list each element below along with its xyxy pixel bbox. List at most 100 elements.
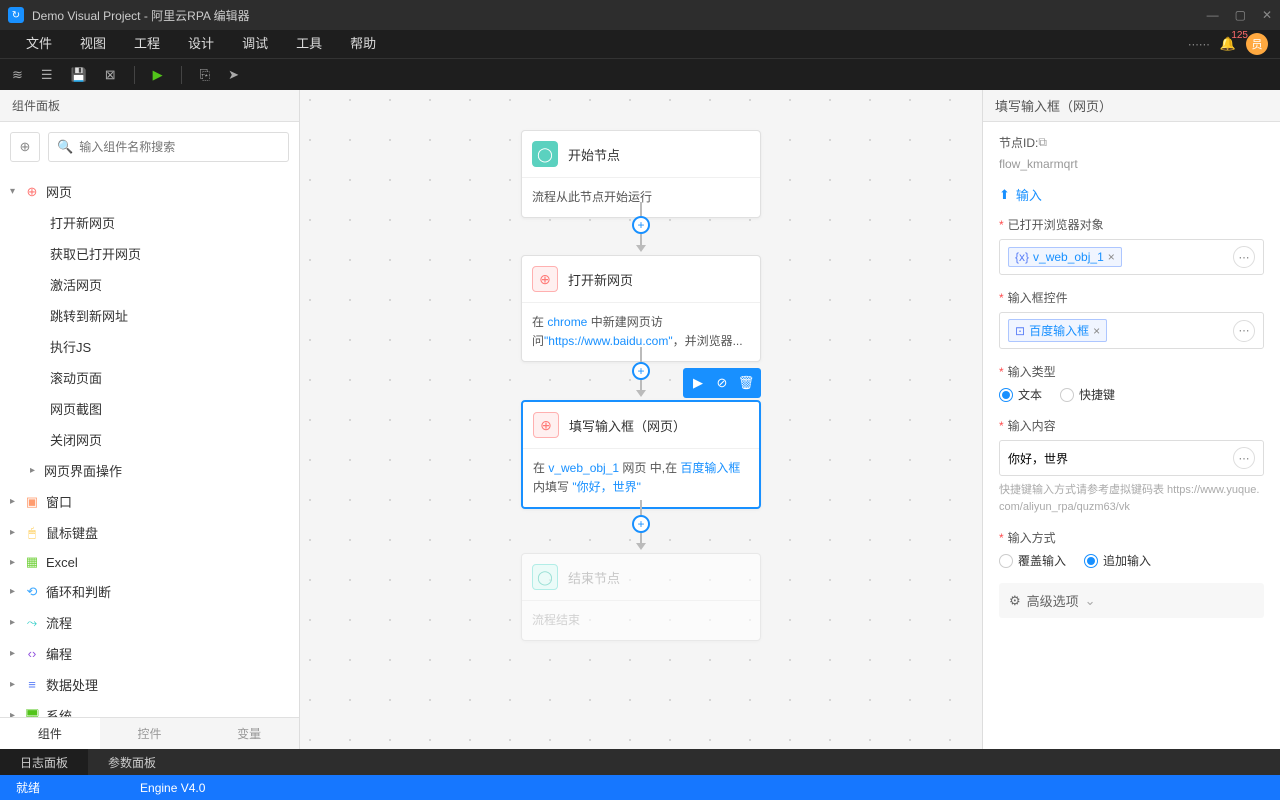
data-icon: ≡: [24, 677, 40, 692]
node-delete-icon[interactable]: 🗑: [735, 372, 757, 394]
titlebar: ↻ Demo Visual Project - 阿里云RPA 编辑器 — ▢ ✕: [0, 0, 1280, 30]
tree-flow[interactable]: ▸⤳流程: [0, 607, 299, 638]
save-icon[interactable]: 💾: [71, 67, 87, 83]
tree-excel[interactable]: ▸▦Excel: [0, 548, 299, 576]
browser-obj-input[interactable]: {x}v_web_obj_1× ⋯: [999, 239, 1264, 275]
flow-icon: ⤳: [24, 615, 40, 631]
tree-item[interactable]: 滚动页面: [0, 362, 299, 393]
window-title: Demo Visual Project - 阿里云RPA 编辑器: [32, 7, 250, 24]
statusbar: 就绪 Engine V4.0: [0, 775, 1280, 800]
globe-icon: ⊕: [532, 266, 558, 292]
tab-log[interactable]: 日志面板: [0, 749, 88, 775]
tree-code[interactable]: ▸‹›编程: [0, 638, 299, 669]
tab-controls[interactable]: 控件: [100, 718, 200, 749]
tree-loop[interactable]: ▸⟲循环和判断: [0, 576, 299, 607]
helper-text: 快捷键输入方式请参考虚拟键码表 https://www.yuque.com/al…: [999, 482, 1264, 515]
system-icon: 🖥: [24, 708, 40, 718]
status-ready: 就绪: [16, 779, 40, 796]
node-toolbar: ▶ ⊘ 🗑: [683, 368, 761, 398]
radio-append[interactable]: 追加输入: [1084, 552, 1151, 569]
advanced-options[interactable]: ⚙高级选项⌄: [999, 583, 1264, 618]
tree-item[interactable]: 执行JS: [0, 331, 299, 362]
copy-icon[interactable]: ⎘: [200, 67, 210, 83]
tab-params[interactable]: 参数面板: [88, 749, 176, 775]
stop-icon: ◯: [532, 564, 558, 590]
tree-system[interactable]: ▸🖥系统: [0, 700, 299, 717]
globe-icon: ⊕: [533, 412, 559, 438]
window-icon: ▣: [24, 494, 40, 510]
input-section: ⬆输入: [999, 185, 1264, 204]
bottom-tabs: 日志面板 参数面板: [0, 749, 1280, 775]
radio-shortcut[interactable]: 快捷键: [1060, 386, 1115, 403]
menu-debug[interactable]: 调试: [228, 30, 282, 58]
menu-tools[interactable]: 工具: [282, 30, 336, 58]
stop-icon[interactable]: ⊠: [105, 67, 116, 83]
run-icon[interactable]: ▶: [153, 67, 163, 83]
component-panel: 组件面板 ⊕ 🔍 ▾⊕网页 打开新网页 获取已打开网页 激活网页 跳转到新网址 …: [0, 90, 300, 749]
menu-design[interactable]: 设计: [174, 30, 228, 58]
tab-components[interactable]: 组件: [0, 718, 100, 749]
menu-view[interactable]: 视图: [66, 30, 120, 58]
node-description: 在 v_web_obj_1 网页 中,在 百度输入框 内填写 "你好，世界": [523, 449, 759, 507]
tree-web[interactable]: ▾⊕网页: [0, 176, 299, 207]
tree-window[interactable]: ▸▣窗口: [0, 486, 299, 517]
minimize-icon[interactable]: —: [1207, 8, 1219, 22]
notification-badge: 125: [1231, 30, 1248, 41]
menubar: 文件 视图 工程 设计 调试 工具 帮助 ⋯⋯ 🔔125 员: [0, 30, 1280, 58]
chip-remove-icon[interactable]: ×: [1093, 324, 1100, 338]
more-icon[interactable]: ⋯: [1233, 447, 1255, 469]
tree-mouse[interactable]: ▸🖱鼠标键盘: [0, 517, 299, 548]
menu-file[interactable]: 文件: [12, 30, 66, 58]
menu-project[interactable]: 工程: [120, 30, 174, 58]
avatar[interactable]: 员: [1246, 33, 1268, 55]
gear-icon: ⚙: [1009, 593, 1021, 609]
code-icon: ‹›: [24, 646, 40, 661]
search-icon: 🔍: [57, 139, 73, 155]
node-run-icon[interactable]: ▶: [687, 372, 709, 394]
more-icon[interactable]: ⋯: [1233, 246, 1255, 268]
send-icon[interactable]: ➤: [228, 67, 239, 83]
input-control-input[interactable]: ⊡百度输入框× ⋯: [999, 312, 1264, 349]
node-end[interactable]: ◯结束节点 流程结束: [521, 553, 761, 641]
upload-icon: ⬆: [999, 187, 1010, 203]
add-node-button[interactable]: +: [632, 362, 650, 380]
tree-item[interactable]: 关闭网页: [0, 424, 299, 455]
chip-remove-icon[interactable]: ×: [1108, 250, 1115, 264]
app-logo: ↻: [8, 7, 24, 23]
play-icon: ◯: [532, 141, 558, 167]
copy-id-icon[interactable]: ⧉: [1038, 135, 1047, 150]
toolbar: ≋ ☰ 💾 ⊠ ▶ ⎘ ➤: [0, 58, 1280, 90]
menu-help[interactable]: 帮助: [336, 30, 390, 58]
tree-item[interactable]: ▸网页界面操作: [0, 455, 299, 486]
layers-icon[interactable]: ≋: [12, 67, 23, 83]
node-id-value: flow_kmarmqrt: [999, 157, 1264, 171]
search-input[interactable]: [73, 134, 280, 160]
tree-item[interactable]: 网页截图: [0, 393, 299, 424]
radio-override[interactable]: 覆盖输入: [999, 552, 1066, 569]
tree-item[interactable]: 激活网页: [0, 269, 299, 300]
canvas[interactable]: ◯开始节点 流程从此节点开始运行 + ⊕打开新网页 在 chrome 中新建网页…: [300, 90, 982, 749]
tree-data[interactable]: ▸≡数据处理: [0, 669, 299, 700]
node-disable-icon[interactable]: ⊘: [711, 372, 733, 394]
tree-item[interactable]: 打开新网页: [0, 207, 299, 238]
stack-icon[interactable]: ☰: [41, 67, 53, 83]
tab-variables[interactable]: 变量: [199, 718, 299, 749]
add-node-button[interactable]: +: [632, 515, 650, 533]
notification-icon[interactable]: 🔔125: [1220, 36, 1236, 52]
radio-text[interactable]: 文本: [999, 386, 1042, 403]
status-text: ⋯⋯: [1188, 38, 1210, 51]
tree-item[interactable]: 跳转到新网址: [0, 300, 299, 331]
input-content-field[interactable]: ⋯: [999, 440, 1264, 476]
add-node-button[interactable]: +: [632, 216, 650, 234]
excel-icon: ▦: [24, 554, 40, 570]
tree-item[interactable]: 获取已打开网页: [0, 238, 299, 269]
more-icon[interactable]: ⋯: [1233, 320, 1255, 342]
loop-icon: ⟲: [24, 584, 40, 600]
pin-button[interactable]: ⊕: [10, 132, 40, 162]
status-engine: Engine V4.0: [140, 781, 205, 795]
close-icon[interactable]: ✕: [1262, 8, 1272, 22]
node-fill-input[interactable]: ▶ ⊘ 🗑 ⊕填写输入框（网页） 在 v_web_obj_1 网页 中,在 百度…: [521, 400, 761, 509]
component-panel-title: 组件面板: [0, 90, 299, 122]
maximize-icon[interactable]: ▢: [1235, 8, 1246, 22]
search-box[interactable]: 🔍: [48, 132, 289, 162]
